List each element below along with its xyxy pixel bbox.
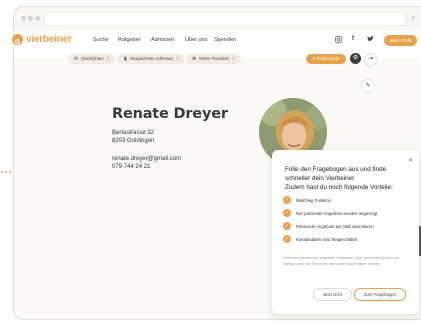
- popup-title: Fülle den Fragebogen aus und finde schne…: [285, 166, 387, 182]
- favorites-pill[interactable]: ❋ Meine Favoriten 5: [186, 54, 241, 64]
- close-icon[interactable]: ✕: [408, 157, 413, 164]
- check-icon: ✓: [283, 196, 291, 204]
- edit-pencil-icon[interactable]: ✎: [361, 79, 375, 93]
- window-close-dot[interactable]: [21, 16, 26, 21]
- profile-city: 8203 Goldingen: [112, 138, 155, 144]
- address-bar[interactable]: [44, 12, 406, 26]
- logo-icon[interactable]: [12, 34, 23, 45]
- facebook-icon[interactable]: f: [352, 36, 354, 42]
- hamburger-menu-icon[interactable]: ≡: [411, 15, 419, 22]
- paw-icon: ❋: [192, 56, 197, 62]
- messages-label: Nachrichten: [81, 56, 104, 61]
- bookmark-icon: ▮: [124, 56, 127, 62]
- start-questionnaire-button[interactable]: Zum Fragebogen: [354, 288, 406, 301]
- profile-name: Renate Dreyer: [112, 106, 228, 122]
- saved-addresses-count: 3: [176, 56, 179, 61]
- benefit-item: Kontaktdaten sind freigeschaltet: [296, 237, 358, 242]
- logout-icon[interactable]: ⇥: [364, 53, 377, 66]
- messages-pill[interactable]: ✉ Nachrichten 2: [68, 54, 116, 64]
- profile-view-button[interactable]: ● Profilansicht: [306, 54, 346, 64]
- user-icon: ●: [312, 56, 316, 62]
- decor-dot: [9, 171, 11, 173]
- nav-link-suche[interactable]: Suche: [93, 37, 109, 43]
- window-maximize-dot[interactable]: [35, 16, 40, 21]
- benefit-item: Nur passende Angebote werden angezeigt: [296, 211, 378, 216]
- popup-note: Tierheime können Ihre Angebote einspeise…: [283, 256, 399, 266]
- decor-dot: [1, 171, 3, 173]
- mail-icon: ✉: [74, 56, 79, 62]
- profile-email[interactable]: renate.dreyer@gmail.com: [112, 156, 181, 162]
- nav-link-ratgeber[interactable]: Ratgeber: [118, 37, 141, 43]
- check-icon: ✓: [283, 222, 291, 230]
- nav-link-ueber-uns[interactable]: Über uns: [185, 37, 207, 43]
- nav-link-adressen[interactable]: Adressen: [151, 37, 174, 43]
- not-now-button[interactable]: Jetzt nicht: [313, 288, 352, 301]
- nav-link-spenden[interactable]: Spenden: [214, 37, 236, 43]
- popup-subtitle: Zudem hast du noch folgende Vorteile:: [285, 184, 393, 191]
- saved-addresses-label: Gespeicherte Adressen: [129, 56, 174, 61]
- saved-addresses-pill[interactable]: ▮ Gespeicherte Adressen 3: [118, 54, 185, 64]
- instagram-icon[interactable]: [335, 36, 342, 45]
- profile-street: Bertastrasse 32: [112, 130, 155, 136]
- messages-count: 2: [106, 56, 110, 61]
- profile-view-label: Profilansicht: [316, 56, 340, 61]
- decor-dot: [5, 171, 7, 173]
- favorites-count: 5: [232, 56, 235, 61]
- logo-text[interactable]: vierbeiner: [26, 34, 72, 45]
- benefit-item: Passende Angebote per Mail abonnieren: [296, 224, 374, 229]
- window-minimize-dot[interactable]: [28, 16, 33, 21]
- profile-phone: 079 744 24 21: [112, 164, 151, 170]
- benefit-item: Matching Funktion: [296, 198, 332, 203]
- check-icon: ✓: [283, 235, 291, 243]
- favorites-label: Meine Favoriten: [199, 56, 230, 61]
- browser-titlebar: ≡: [14, 7, 421, 31]
- my-profile-button[interactable]: Mein Profil: [384, 35, 417, 46]
- check-icon: ✓: [283, 209, 291, 217]
- settings-gear-icon[interactable]: ⚙: [350, 53, 361, 64]
- twitter-icon[interactable]: [367, 36, 374, 44]
